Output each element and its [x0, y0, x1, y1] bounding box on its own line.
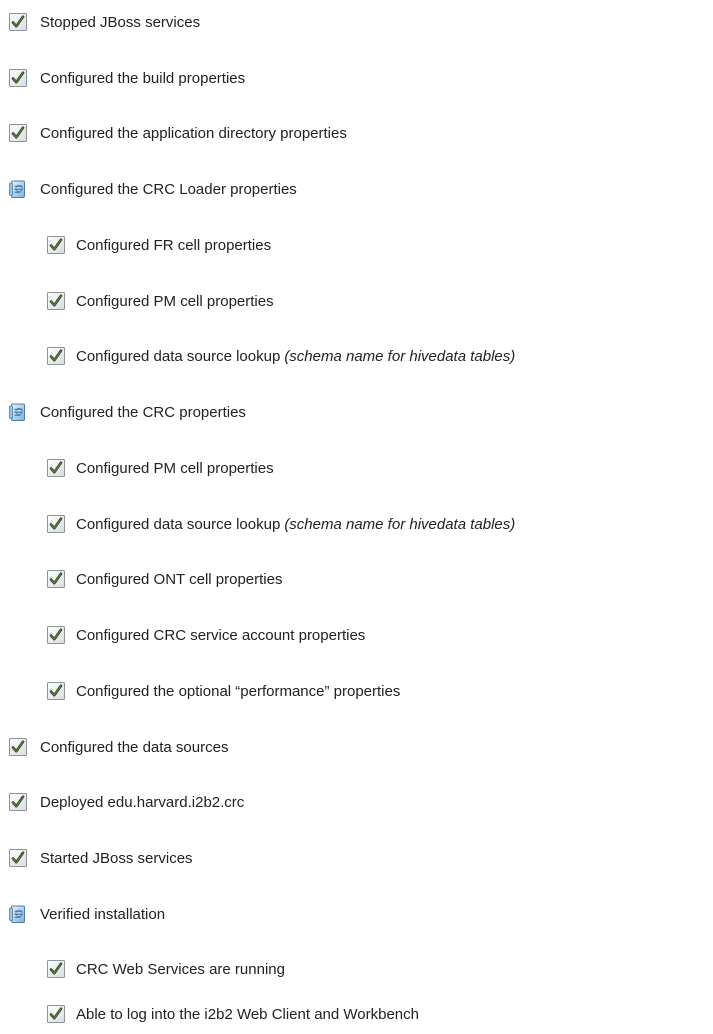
list-item: Deployed edu.harvard.i2b2.crc	[8, 790, 244, 814]
list-item-label: Configured the optional “performance” pr…	[76, 682, 401, 700]
list-item-label: Configured the CRC properties	[40, 403, 246, 421]
list-item-label: Stopped JBoss services	[40, 13, 201, 31]
list-item: Started JBoss services	[8, 846, 193, 870]
list-item-label: Configured the application directory pro…	[40, 124, 347, 142]
list-item-label: Deployed edu.harvard.i2b2.crc	[40, 793, 245, 811]
list-item-label: Configured CRC service account propertie…	[76, 626, 366, 644]
list-item-label: Configured data source lookup	[76, 515, 281, 533]
list-item-label: CRC Web Services are running	[76, 960, 285, 978]
list-item: Able to log into the i2b2 Web Client and…	[46, 1002, 419, 1026]
checkbox-checked-icon	[8, 737, 28, 757]
list-item: Configured ONT cell properties	[46, 567, 282, 591]
checkbox-checked-icon	[46, 514, 66, 534]
list-item: Configured FR cell properties	[46, 233, 271, 257]
list-item-label: Able to log into the i2b2 Web Client and…	[76, 1005, 419, 1023]
list-item: Configured data source lookup (schema na…	[46, 512, 515, 536]
checkbox-checked-icon	[46, 1004, 66, 1024]
list-item-label: Configured FR cell properties	[76, 236, 272, 254]
checkbox-checked-icon	[46, 458, 66, 478]
list-item: Configured the build properties	[8, 66, 245, 90]
checkbox-checked-icon	[46, 235, 66, 255]
list-item: Configured PM cell properties	[46, 289, 274, 313]
checkbox-checked-icon	[8, 848, 28, 868]
checkbox-checked-icon	[8, 123, 28, 143]
list-item-note: (schema name for hivedata tables)	[284, 515, 516, 533]
checkbox-checked-icon	[46, 569, 66, 589]
checkbox-checked-icon	[8, 68, 28, 88]
list-item-label: Started JBoss services	[40, 849, 193, 867]
checkbox-checked-icon	[46, 959, 66, 979]
list-item-label: Configured PM cell properties	[76, 459, 274, 477]
checkbox-checked-icon	[46, 346, 66, 366]
checkbox-checked-icon	[8, 792, 28, 812]
list-item: Configured data source lookup (schema na…	[46, 344, 515, 368]
list-item: Stopped JBoss services	[8, 10, 200, 34]
list-item-note: (schema name for hivedata tables)	[284, 347, 516, 365]
checkbox-checked-icon	[46, 625, 66, 645]
list-item: Configured CRC service account propertie…	[46, 623, 365, 647]
checkbox-checked-icon	[8, 12, 28, 32]
task-group-icon	[8, 402, 28, 422]
task-group-icon	[8, 179, 28, 199]
list-item-label: Configured ONT cell properties	[76, 570, 283, 588]
checkbox-checked-icon	[46, 291, 66, 311]
list-item-label: Configured the data sources	[40, 738, 229, 756]
list-item: Verified installation	[8, 902, 165, 926]
list-item: Configured the CRC Loader properties	[8, 177, 297, 201]
list-item-label: Configured PM cell properties	[76, 292, 274, 310]
list-item: CRC Web Services are running	[46, 957, 285, 981]
list-item: Configured the CRC properties	[8, 400, 246, 424]
checkbox-checked-icon	[46, 681, 66, 701]
list-item: Configured PM cell properties	[46, 456, 274, 480]
task-group-icon	[8, 904, 28, 924]
list-item: Configured the application directory pro…	[8, 121, 347, 145]
list-item: Configured the data sources	[8, 735, 228, 759]
list-item-label: Configured the build properties	[40, 69, 246, 87]
list-item: Configured the optional “performance” pr…	[46, 679, 400, 703]
list-item-label: Verified installation	[40, 905, 166, 923]
list-item-label: Configured the CRC Loader properties	[40, 180, 297, 198]
list-item-label: Configured data source lookup	[76, 347, 281, 365]
